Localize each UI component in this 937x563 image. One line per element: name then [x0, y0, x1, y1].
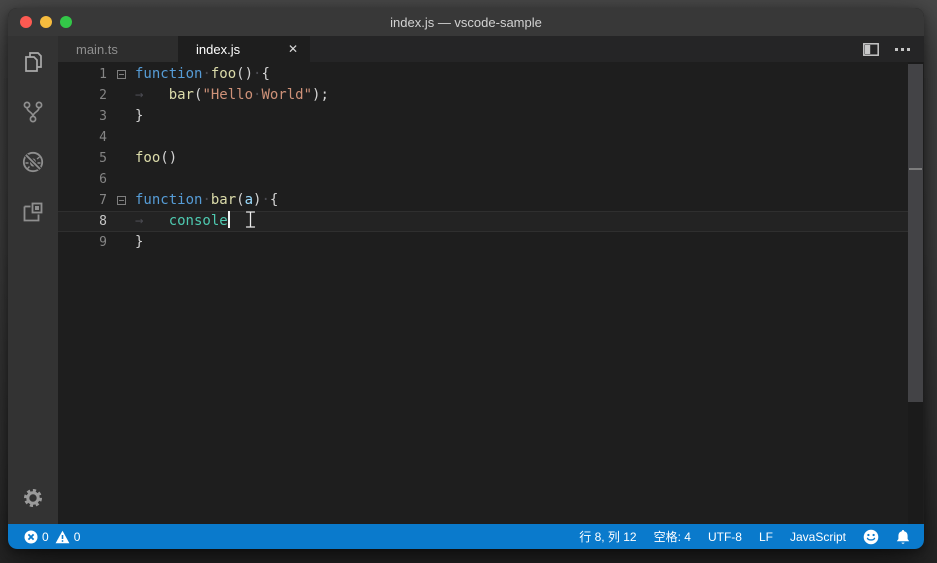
code-token: function	[135, 66, 203, 82]
close-window-button[interactable]	[20, 16, 32, 28]
text-caret	[227, 211, 230, 228]
notifications-bell-icon[interactable]	[896, 529, 910, 545]
tab-label: main.ts	[76, 41, 118, 57]
extensions-icon	[20, 199, 46, 225]
code-token: bar	[210, 192, 237, 208]
code-token: (	[236, 192, 245, 208]
tab-bar: main.ts index.js ✕	[58, 36, 924, 62]
eol-status[interactable]: LF	[759, 530, 773, 544]
line-number: 6	[99, 172, 107, 187]
warning-count: 0	[73, 529, 81, 544]
mouse-ibeam-pointer	[245, 210, 256, 229]
indentation-status[interactable]: 空格: 4	[654, 528, 691, 545]
language-mode-status[interactable]: JavaScript	[790, 530, 846, 544]
whitespace-marker: →	[135, 213, 144, 229]
zoom-window-button[interactable]	[60, 16, 72, 28]
error-circle-icon	[24, 530, 38, 544]
code-editor[interactable]: 1 function·foo()·{2 → bar("Hello·World"); 3}…	[58, 62, 924, 524]
gear-icon	[21, 486, 45, 510]
code-line[interactable]: 4	[58, 127, 909, 148]
explorer-view-button[interactable]	[8, 42, 58, 82]
code-token: function	[135, 192, 203, 208]
activity-bar	[8, 36, 58, 524]
code-token: foo	[135, 150, 161, 166]
code-token: bar	[168, 87, 194, 103]
tab-main-ts[interactable]: main.ts	[58, 36, 178, 62]
debug-view-button[interactable]	[8, 142, 58, 182]
files-icon	[20, 49, 46, 75]
cursor-position-status[interactable]: 行 8, 列 12	[579, 528, 636, 545]
code-line[interactable]: 8 → console	[58, 211, 909, 232]
close-tab-icon[interactable]: ✕	[288, 43, 298, 55]
settings-button[interactable]	[8, 478, 58, 518]
problems-warnings[interactable]: 0	[55, 529, 81, 544]
window-title: index.js — vscode-sample	[390, 14, 542, 30]
code-token: }	[135, 234, 144, 250]
line-number: 8	[99, 214, 107, 229]
code-line[interactable]: 6	[58, 169, 909, 190]
editor-scrollbar[interactable]	[908, 62, 923, 524]
git-branch-icon	[20, 99, 46, 125]
code-token: ()	[160, 150, 178, 166]
window-titlebar[interactable]: index.js — vscode-sample	[8, 8, 924, 36]
code-token: {	[261, 66, 270, 82]
line-number: 5	[99, 151, 107, 166]
encoding-status[interactable]: UTF-8	[708, 530, 742, 544]
line-number: 2	[99, 88, 107, 103]
code-token: }	[135, 108, 144, 124]
code-token: {	[269, 192, 279, 208]
code-token: a	[244, 192, 254, 208]
tab-label: index.js	[196, 41, 241, 57]
code-token: foo	[210, 66, 237, 82]
fold-collapse-icon[interactable]	[116, 70, 126, 79]
traffic-lights	[8, 16, 72, 28]
code-line[interactable]: 3}	[58, 106, 909, 127]
status-bar: 0 0 行 8, 列 12 空格: 4 UTF-8 LF JavaScript	[8, 524, 924, 549]
code-token: );	[312, 87, 329, 103]
code-line[interactable]: 2 → bar("Hello·World");	[58, 85, 909, 106]
code-token: "Hello	[202, 87, 254, 103]
source-control-view-button[interactable]	[8, 92, 58, 132]
whitespace-marker: ·	[261, 192, 270, 208]
overview-ruler-cursor-mark	[909, 168, 922, 170]
split-editor-icon[interactable]	[863, 42, 879, 56]
line-number: 7	[99, 193, 107, 208]
code-lines: 1 function·foo()·{2 → bar("Hello·World"); 3}…	[58, 64, 924, 253]
tab-index-js[interactable]: index.js ✕	[178, 36, 310, 62]
error-count: 0	[42, 529, 49, 544]
problems-errors[interactable]: 0	[24, 530, 49, 544]
bug-slash-icon	[20, 149, 46, 175]
whitespace-marker: ·	[202, 66, 211, 82]
code-token: World"	[261, 87, 313, 103]
feedback-smiley-icon[interactable]	[863, 529, 879, 545]
extensions-view-button[interactable]	[8, 192, 58, 232]
code-line[interactable]: 9}	[58, 232, 909, 253]
whitespace-marker: ·	[202, 192, 211, 208]
warning-triangle-icon	[55, 530, 70, 544]
line-number: 9	[99, 235, 107, 250]
line-number: 3	[99, 109, 107, 124]
code-line[interactable]: 1 function·foo()·{	[58, 64, 909, 85]
code-token: console	[168, 213, 228, 229]
code-line[interactable]: 7 function·bar(a)·{	[58, 190, 909, 211]
more-actions-icon[interactable]	[895, 47, 910, 51]
vscode-window: index.js — vscode-sample main.ts index.j…	[8, 8, 924, 549]
scrollbar-thumb[interactable]	[908, 64, 923, 402]
code-line[interactable]: 5 foo()	[58, 148, 909, 169]
minimize-window-button[interactable]	[40, 16, 52, 28]
code-token: ()	[236, 66, 254, 82]
line-number: 4	[99, 130, 107, 145]
line-number: 1	[99, 67, 107, 82]
fold-collapse-icon[interactable]	[116, 196, 126, 205]
whitespace-marker: →	[135, 87, 144, 103]
